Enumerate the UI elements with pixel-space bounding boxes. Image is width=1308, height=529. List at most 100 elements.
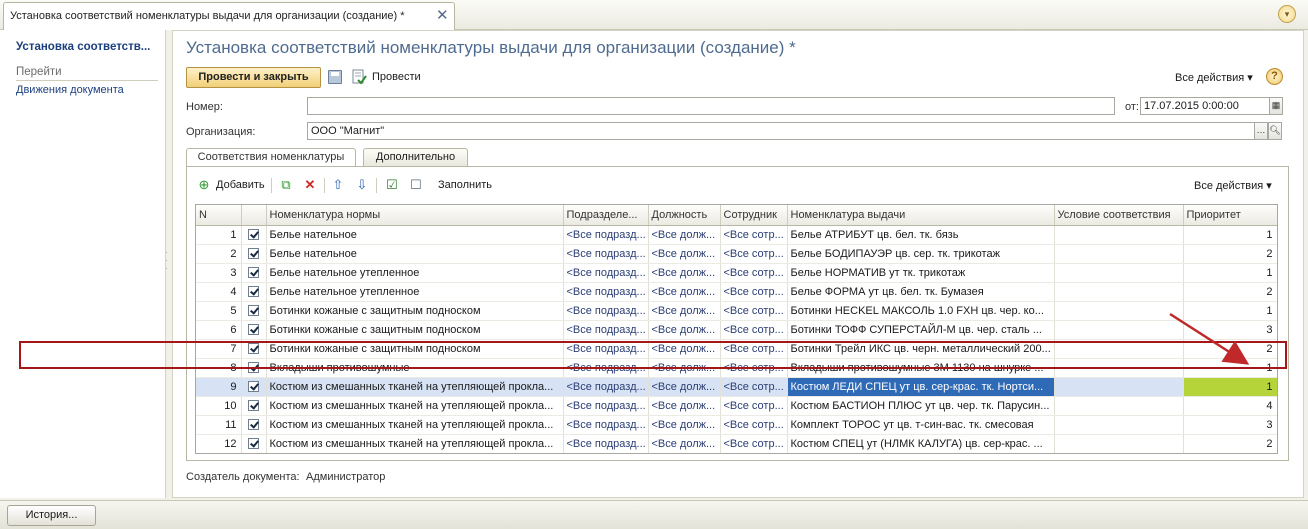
column-header-norm[interactable]: Номенклатура нормы <box>266 205 564 226</box>
table-row[interactable]: 10 Костюм из смешанных тканей на утепляющ… <box>196 396 1277 416</box>
cell-position[interactable]: <Все долж... <box>648 301 721 321</box>
row-checkbox[interactable] <box>241 225 267 245</box>
checkbox-checked[interactable] <box>248 400 259 412</box>
table-row[interactable]: 11 Костюм из смешанных тканей на утепляющ… <box>196 415 1277 435</box>
checkbox-checked[interactable] <box>248 362 259 374</box>
history-button[interactable]: История... <box>7 505 96 526</box>
row-number[interactable]: 4 <box>196 282 242 302</box>
cell-department[interactable]: <Все подразд... <box>563 415 649 435</box>
cell-position[interactable]: <Все долж... <box>648 263 721 283</box>
cell-issue-item[interactable]: Белье НОРМАТИВ ут тк. трикотаж <box>787 263 1055 283</box>
organization-field[interactable]: ООО "Магнит" <box>307 122 1255 140</box>
cell-condition[interactable] <box>1054 244 1184 264</box>
number-field[interactable] <box>307 97 1115 115</box>
checkbox-checked[interactable] <box>248 324 259 336</box>
column-header-position[interactable]: Должность <box>648 205 721 226</box>
cell-norm[interactable]: Белье нательное <box>266 244 564 264</box>
checkbox-checked[interactable] <box>248 229 259 241</box>
cell-priority[interactable]: 2 <box>1183 282 1277 302</box>
check-all-icon[interactable]: ☑ <box>385 178 399 192</box>
column-header-priority[interactable]: Приоритет <box>1183 205 1277 226</box>
cell-condition[interactable] <box>1054 434 1184 453</box>
table-row[interactable]: 6 Ботинки кожаные с защитным подноском <Вс… <box>196 320 1277 340</box>
row-number[interactable]: 5 <box>196 301 242 321</box>
cell-position[interactable]: <Все долж... <box>648 377 721 397</box>
row-number[interactable]: 2 <box>196 244 242 264</box>
cell-issue-item[interactable]: Ботинки ТОФФ СУПЕРСТАЙЛ-М цв. чер. сталь… <box>787 320 1055 340</box>
close-icon[interactable]: ✕ <box>436 8 449 23</box>
row-checkbox[interactable] <box>241 282 267 302</box>
column-header-employee[interactable]: Сотрудник <box>720 205 788 226</box>
cell-employee[interactable]: <Все сотр... <box>720 225 788 245</box>
table-row[interactable]: 7 Ботинки кожаные с защитным подноском <Вс… <box>196 339 1277 359</box>
nav-link-document-movements[interactable]: Движения документа <box>16 84 124 96</box>
cell-employee[interactable]: <Все сотр... <box>720 244 788 264</box>
cell-issue-item[interactable]: Вкладыши противошумные 3М 1130 на шнурке… <box>787 358 1055 378</box>
cell-employee[interactable]: <Все сотр... <box>720 377 788 397</box>
checkbox-checked[interactable] <box>248 343 259 355</box>
checkbox-checked[interactable] <box>248 248 259 260</box>
row-checkbox[interactable] <box>241 301 267 321</box>
table-row[interactable]: 1 Белье нательное <Все подразд... <Все долж… <box>196 225 1277 245</box>
cell-norm[interactable]: Белье нательное <box>266 225 564 245</box>
cell-norm[interactable]: Белье нательное утепленное <box>266 263 564 283</box>
nomenclature-table[interactable]: N Номенклатура нормы Подразделе... Должн… <box>195 204 1278 454</box>
cell-priority[interactable]: 4 <box>1183 396 1277 416</box>
cell-issue-item[interactable]: Ботинки Трейл ИКС цв. черн. металлически… <box>787 339 1055 359</box>
cell-department[interactable]: <Все подразд... <box>563 263 649 283</box>
cell-issue-item[interactable]: Белье ФОРМА ут цв. бел. тк. Бумазея <box>787 282 1055 302</box>
nav-current-form[interactable]: Установка соответств... <box>16 41 150 53</box>
column-header-issue-item[interactable]: Номенклатура выдачи <box>787 205 1055 226</box>
row-checkbox[interactable] <box>241 358 267 378</box>
cell-condition[interactable] <box>1054 225 1184 245</box>
cell-department[interactable]: <Все подразд... <box>563 396 649 416</box>
row-number[interactable]: 9 <box>196 377 242 397</box>
cell-priority[interactable]: 2 <box>1183 339 1277 359</box>
checkbox-checked[interactable] <box>248 381 259 393</box>
checkbox-checked[interactable] <box>248 305 259 317</box>
post-and-close-button[interactable]: Провести и закрыть <box>186 67 321 88</box>
row-number[interactable]: 3 <box>196 263 242 283</box>
checkbox-checked[interactable] <box>248 419 259 431</box>
column-header-check[interactable] <box>241 205 267 226</box>
checkbox-checked[interactable] <box>248 286 259 298</box>
cell-norm[interactable]: Костюм из смешанных тканей на утепляющей… <box>266 434 564 453</box>
panel-splitter[interactable]: · · · <box>165 248 171 273</box>
cell-priority[interactable]: 1 <box>1183 301 1277 321</box>
row-checkbox[interactable] <box>241 434 267 453</box>
cell-norm[interactable]: Костюм из смешанных тканей на утепляющей… <box>266 377 564 397</box>
cell-position[interactable]: <Все долж... <box>648 225 721 245</box>
cell-employee[interactable]: <Все сотр... <box>720 415 788 435</box>
row-checkbox[interactable] <box>241 244 267 264</box>
copy-row-icon[interactable]: ⧉ <box>279 178 293 192</box>
row-number[interactable]: 10 <box>196 396 242 416</box>
date-field[interactable]: 17.07.2015 0:00:00 <box>1140 97 1270 115</box>
cell-norm[interactable]: Ботинки кожаные с защитным подноском <box>266 339 564 359</box>
column-header-n[interactable]: N <box>196 205 242 226</box>
cell-issue-item[interactable]: Белье АТРИБУТ цв. бел. тк. бязь <box>787 225 1055 245</box>
cell-issue-item[interactable]: Комплект ТОРОС ут цв. т-син-вас. тк. сме… <box>787 415 1055 435</box>
cell-condition[interactable] <box>1054 263 1184 283</box>
cell-employee[interactable]: <Все сотр... <box>720 320 788 340</box>
cell-norm[interactable]: Костюм из смешанных тканей на утепляющей… <box>266 415 564 435</box>
cell-condition[interactable] <box>1054 320 1184 340</box>
table-row[interactable]: 8 Вкладыши противошумные <Все подразд... <В… <box>196 358 1277 378</box>
calendar-icon[interactable]: ▦ <box>1269 97 1283 115</box>
row-checkbox[interactable] <box>241 339 267 359</box>
table-all-actions-menu[interactable]: Все действия ▾ <box>1194 179 1272 192</box>
cell-norm[interactable]: Белье нательное утепленное <box>266 282 564 302</box>
column-header-department[interactable]: Подразделе... <box>563 205 649 226</box>
all-actions-menu[interactable]: Все действия ▾ <box>1175 71 1253 84</box>
table-row[interactable]: 2 Белье нательное <Все подразд... <Все долж… <box>196 244 1277 264</box>
cell-priority[interactable]: 3 <box>1183 415 1277 435</box>
cell-employee[interactable]: <Все сотр... <box>720 339 788 359</box>
cell-position[interactable]: <Все долж... <box>648 339 721 359</box>
cell-issue-item[interactable]: Белье БОДИПАУЭР цв. сер. тк. трикотаж <box>787 244 1055 264</box>
cell-department[interactable]: <Все подразд... <box>563 282 649 302</box>
cell-position[interactable]: <Все долж... <box>648 434 721 453</box>
row-number[interactable]: 12 <box>196 434 242 453</box>
cell-condition[interactable] <box>1054 339 1184 359</box>
cell-condition[interactable] <box>1054 396 1184 416</box>
cell-priority[interactable]: 1 <box>1183 263 1277 283</box>
cell-employee[interactable]: <Все сотр... <box>720 396 788 416</box>
